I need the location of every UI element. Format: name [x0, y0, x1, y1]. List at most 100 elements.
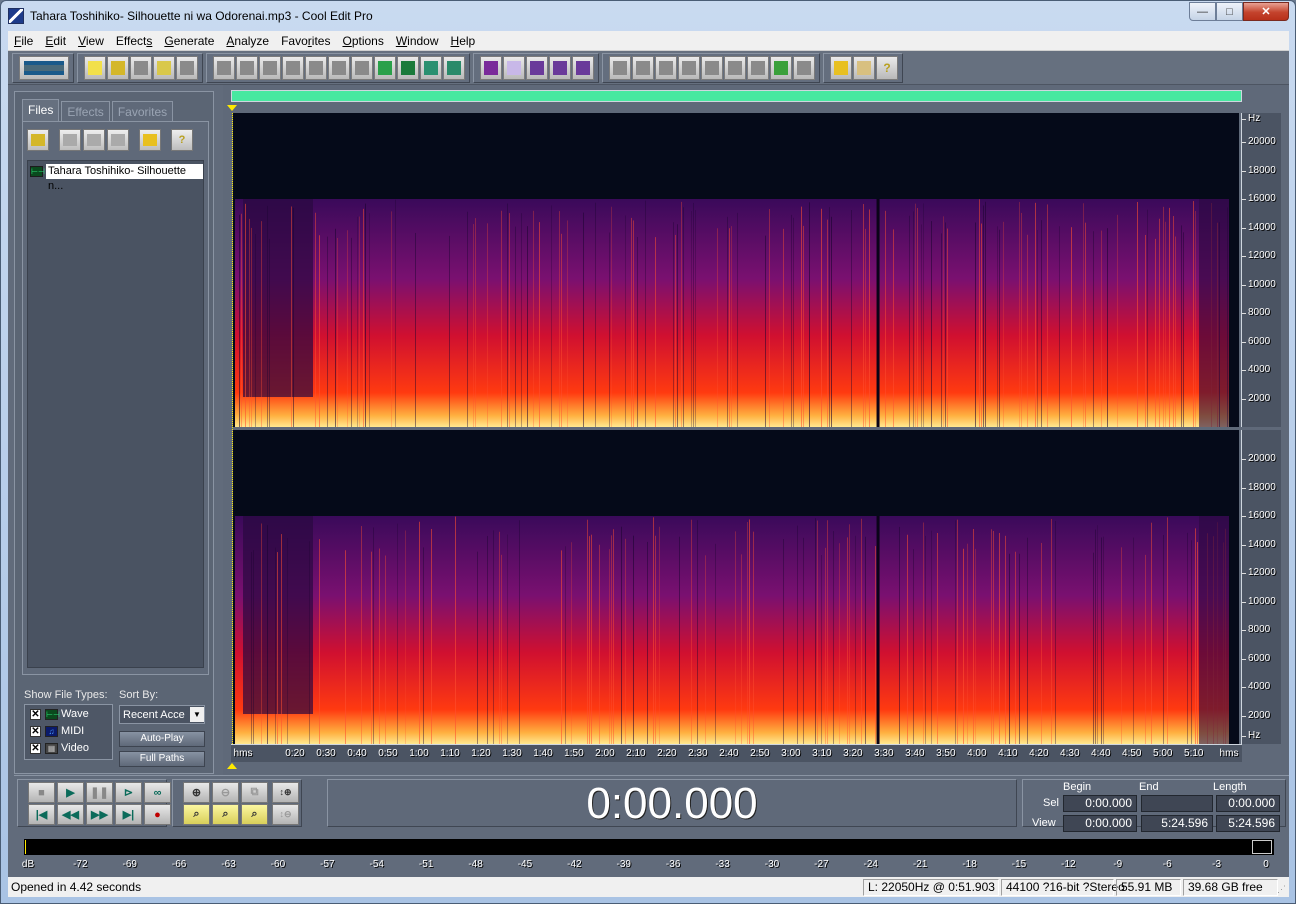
- cursor-top-marker[interactable]: [227, 105, 237, 111]
- zoom-in-horizontal-button[interactable]: ⊕: [183, 782, 210, 803]
- list-item[interactable]: ⊢⊣ Tahara Toshihiko- Silhouette n...: [30, 164, 203, 192]
- checkbox-midi[interactable]: ✕: [30, 725, 41, 737]
- menu-window[interactable]: Window: [390, 34, 445, 48]
- close-button[interactable]: ✕: [1243, 2, 1289, 21]
- maximize-button[interactable]: □: [1216, 2, 1243, 21]
- save-button[interactable]: [130, 55, 152, 80]
- organizer-window-button[interactable]: [609, 55, 631, 80]
- tab-effects[interactable]: Effects: [61, 101, 110, 121]
- stop-button[interactable]: ■: [28, 782, 55, 803]
- clip-indicator[interactable]: [1252, 840, 1272, 854]
- zoom-to-left-edge-button[interactable]: ⌕: [183, 804, 210, 825]
- playback-cursor[interactable]: [232, 113, 233, 744]
- spectral-view-right-channel[interactable]: [233, 430, 1239, 744]
- go-to-end-button[interactable]: ▶|: [115, 804, 142, 825]
- time-ruler[interactable]: hms 0:20 0:30 0:40 0:50 1:00 1:10 1:20 1:30 1:40 1…: [231, 744, 1242, 762]
- overview-bar[interactable]: [231, 90, 1242, 102]
- record-button[interactable]: ●: [144, 804, 171, 825]
- rewind-button[interactable]: ◀◀: [57, 804, 84, 825]
- zoom-in-vertical-button[interactable]: ↕⊕: [272, 782, 299, 803]
- paste-button[interactable]: [351, 55, 373, 80]
- menu-view[interactable]: View: [72, 34, 110, 48]
- cue-list-button[interactable]: [632, 55, 654, 80]
- checkbox-wave[interactable]: ✕: [30, 708, 41, 720]
- waveform-spectral-toggle-button[interactable]: [480, 55, 502, 80]
- insert-multitrack-button[interactable]: [83, 129, 105, 151]
- minimize-button[interactable]: —: [1189, 2, 1216, 21]
- zoom-to-right-edge-button[interactable]: ⌕: [241, 804, 268, 825]
- paste-mix-button[interactable]: [374, 55, 396, 80]
- cursor-bottom-marker[interactable]: [227, 763, 237, 769]
- mix-paste-button[interactable]: [420, 55, 442, 80]
- zoom-window-button[interactable]: [701, 55, 723, 80]
- view-begin-field[interactable]: 0:00.000: [1063, 815, 1137, 832]
- fast-forward-button[interactable]: ▶▶: [86, 804, 113, 825]
- open-folder-button[interactable]: [27, 129, 49, 151]
- menu-file[interactable]: File: [8, 34, 39, 48]
- zoom-out-vertical-button[interactable]: ↕⊖: [272, 804, 299, 825]
- help-button[interactable]: ?: [876, 55, 898, 80]
- trim-button[interactable]: [397, 55, 419, 80]
- checkbox-video[interactable]: ✕: [30, 742, 41, 754]
- menu-help[interactable]: Help: [445, 34, 482, 48]
- menu-edit[interactable]: Edit: [39, 34, 72, 48]
- pause-button[interactable]: ❚❚: [86, 782, 113, 803]
- sort-by-select[interactable]: Recent Acce ▼: [119, 705, 205, 724]
- save-as-button[interactable]: [153, 55, 175, 80]
- view-length-field[interactable]: 5:24.596: [1216, 815, 1280, 832]
- batch-button[interactable]: [853, 55, 875, 80]
- app-icon[interactable]: [8, 8, 24, 24]
- play-button[interactable]: ▶: [57, 782, 84, 803]
- menu-favorites[interactable]: Favorites: [275, 34, 336, 48]
- open-file-button[interactable]: [107, 55, 129, 80]
- close-file-button[interactable]: [59, 129, 81, 151]
- redo-button[interactable]: [236, 55, 258, 80]
- file-list[interactable]: ⊢⊣ Tahara Toshihiko- Silhouette n...: [27, 160, 204, 668]
- scripts-button[interactable]: [830, 55, 852, 80]
- chevron-down-icon[interactable]: ▼: [190, 707, 204, 722]
- menu-options[interactable]: Options: [336, 34, 389, 48]
- edit-left-channel-button[interactable]: [526, 55, 548, 80]
- go-to-start-button[interactable]: |◀: [28, 804, 55, 825]
- status-bar-button[interactable]: [793, 55, 815, 80]
- help-button[interactable]: ?: [171, 129, 193, 151]
- save-all-button[interactable]: [176, 55, 198, 80]
- edit-both-channels-button[interactable]: [572, 55, 594, 80]
- level-meters-button[interactable]: [770, 55, 792, 80]
- menu-generate[interactable]: Generate: [158, 34, 220, 48]
- spectral-view-left-channel[interactable]: [233, 113, 1239, 427]
- time-window-button[interactable]: [724, 55, 746, 80]
- loop-button[interactable]: ∞: [144, 782, 171, 803]
- cut-button[interactable]: [328, 55, 350, 80]
- view-end-field[interactable]: 5:24.596: [1141, 815, 1213, 832]
- select-all-button[interactable]: [282, 55, 304, 80]
- insert-playlist-button[interactable]: [107, 129, 129, 151]
- copy-button[interactable]: [305, 55, 327, 80]
- zoom-full-button[interactable]: ⧉: [241, 782, 268, 803]
- sel-end-field[interactable]: [1141, 795, 1213, 812]
- tab-files[interactable]: Files: [22, 99, 60, 121]
- undo-button[interactable]: [213, 55, 235, 80]
- sel-begin-field[interactable]: 0:00.000: [1063, 795, 1137, 812]
- tab-favorites[interactable]: Favorites: [111, 101, 174, 121]
- edit-right-channel-button[interactable]: [549, 55, 571, 80]
- zoom-selection-button[interactable]: ⌕: [212, 804, 239, 825]
- repeat-last-button[interactable]: [259, 55, 281, 80]
- checkbox-button[interactable]: [503, 55, 525, 80]
- auto-play-button[interactable]: Auto-Play: [119, 731, 205, 747]
- new-file-button[interactable]: [84, 55, 106, 80]
- transport-button[interactable]: [678, 55, 700, 80]
- sel-length-field[interactable]: 0:00.000: [1216, 795, 1280, 812]
- title-bar[interactable]: Tahara Toshihiko- Silhouette ni wa Odore…: [1, 1, 1296, 31]
- convert-button[interactable]: [443, 55, 465, 80]
- full-paths-button[interactable]: Full Paths: [119, 751, 205, 767]
- multitrack-toggle-button[interactable]: [19, 55, 69, 80]
- menu-analyze[interactable]: Analyze: [220, 34, 275, 48]
- edit-file-button[interactable]: [139, 129, 161, 151]
- play-to-end-button[interactable]: ⊳: [115, 782, 142, 803]
- menu-effects[interactable]: Effects: [110, 34, 158, 48]
- resize-grip-icon[interactable]: ⋰: [1277, 884, 1286, 895]
- selection-window-button[interactable]: [747, 55, 769, 80]
- play-list-button[interactable]: [655, 55, 677, 80]
- zoom-out-horizontal-button[interactable]: ⊖: [212, 782, 239, 803]
